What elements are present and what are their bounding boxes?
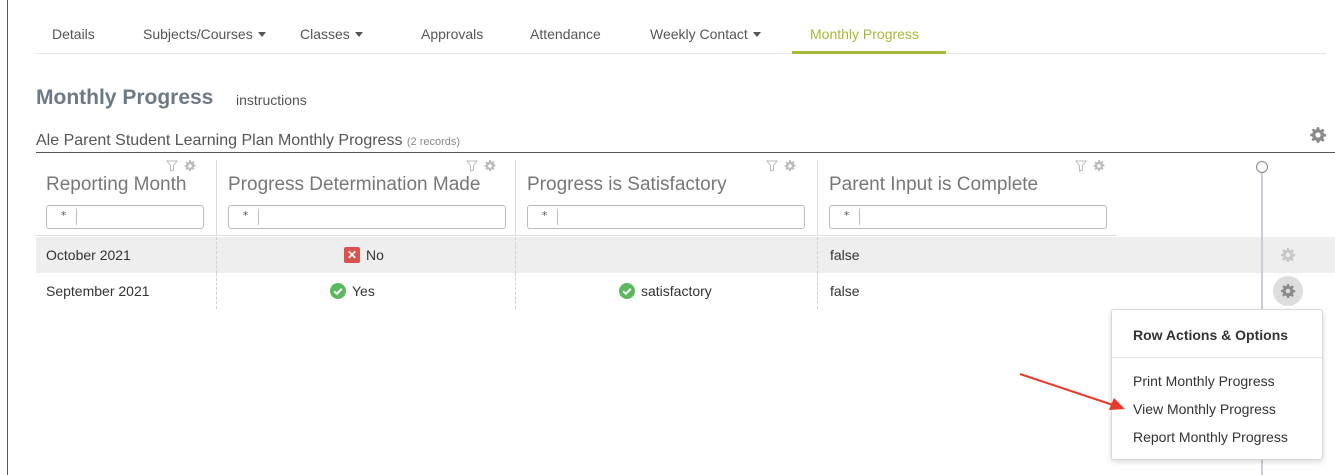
cell-divider [216,237,217,273]
column-divider [817,160,818,235]
cell-progress-made: Yes [330,273,375,309]
cell-divider [515,273,516,309]
table-row[interactable]: September 2021 Yes satisfactory false [36,273,1335,309]
cell-parent-input: false [830,283,860,299]
cell-divider [817,273,818,309]
cell-progress-made: ✕ No [344,237,384,273]
filter-funnel-icon[interactable] [1074,160,1107,172]
filter-funnel-icon[interactable] [165,160,198,172]
active-tab-indicator [792,51,946,54]
green-check-icon [619,283,635,300]
column-divider [515,160,516,235]
filter-funnel-icon[interactable] [765,160,798,172]
tab-subjects-courses[interactable]: Subjects/Courses [143,26,266,42]
menu-header: Row Actions & Options [1133,327,1289,343]
row-actions-menu: Row Actions & Options Print Monthly Prog… [1111,309,1323,460]
grid-settings-gear-icon[interactable] [1309,126,1327,144]
menu-item-view-monthly-progress[interactable]: View Monthly Progress [1133,401,1276,417]
menu-item-print-monthly-progress[interactable]: Print Monthly Progress [1133,373,1275,389]
tab-subjects-courses-label: Subjects/Courses [143,26,253,42]
filter-input-progress-satisfactory[interactable]: * [527,205,805,229]
column-tools [1074,159,1107,177]
column-header-progress-satisfactory: Progress is Satisfactory * [517,155,817,235]
column-label[interactable]: Parent Input is Complete [829,174,1038,196]
tab-weekly-contact-label: Weekly Contact [650,26,748,42]
instructions-link[interactable]: instructions [236,92,307,108]
tab-weekly-contact[interactable]: Weekly Contact [650,26,761,42]
filter-input-progress-determination[interactable]: * [228,205,506,229]
tab-details[interactable]: Details [52,26,95,42]
filter-funnel-icon[interactable] [465,160,498,172]
resize-handle-knob[interactable] [1256,161,1268,173]
column-label[interactable]: Progress Determination Made [228,174,480,196]
cell-divider [515,237,516,273]
tab-classes[interactable]: Classes [300,26,363,42]
filter-operator[interactable]: * [233,209,259,225]
caret-down-icon [354,31,363,37]
row-actions-gear-icon[interactable] [1273,276,1303,306]
cell-reporting-month: September 2021 [46,283,150,299]
table-row[interactable]: October 2021 ✕ No false [36,237,1335,273]
filter-operator[interactable]: * [51,209,77,225]
record-count: (2 records) [406,136,461,148]
header-divider [36,235,1116,236]
left-border [7,0,8,475]
grid-title: Ale Parent Student Learning Plan Monthly… [36,132,460,150]
cell-divider [817,237,818,273]
progress-made-value: No [366,247,384,263]
red-arrow-annotation [1019,373,1125,410]
satisfactory-value: satisfactory [641,283,712,299]
cell-divider [216,273,217,309]
column-header-parent-input: Parent Input is Complete * [819,155,1116,235]
green-check-icon [330,283,346,300]
cell-parent-input: false [830,247,860,263]
menu-item-report-monthly-progress[interactable]: Report Monthly Progress [1133,429,1288,445]
column-divider [216,160,217,235]
column-label[interactable]: Reporting Month [46,174,186,196]
grid-title-text: Ale Parent Student Learning Plan Monthly… [36,132,403,149]
filter-input-reporting-month[interactable]: * [46,205,204,229]
tab-approvals[interactable]: Approvals [421,26,483,42]
filter-operator[interactable]: * [834,209,860,225]
column-header-progress-determination: Progress Determination Made * [218,155,515,235]
column-header-reporting-month: Reporting Month * [36,155,216,235]
filter-operator[interactable]: * [532,209,558,225]
tab-bar: Details Subjects/Courses Classes Approva… [36,14,1326,54]
caret-down-icon [752,31,761,37]
progress-made-value: Yes [352,283,375,299]
cell-reporting-month: October 2021 [46,247,131,263]
column-tools [765,159,798,177]
grid-title-divider [36,152,1335,153]
row-actions-gear-icon[interactable] [1273,244,1303,266]
filter-input-parent-input[interactable]: * [829,205,1107,229]
caret-down-icon [257,31,266,37]
cell-satisfactory: satisfactory [619,273,712,309]
red-x-icon: ✕ [344,247,360,264]
tab-attendance[interactable]: Attendance [530,26,601,42]
tab-classes-label: Classes [300,26,350,42]
tab-monthly-progress[interactable]: Monthly Progress [810,26,919,42]
menu-divider [1112,357,1322,358]
page-title: Monthly Progress [36,86,214,109]
column-label[interactable]: Progress is Satisfactory [527,174,727,196]
